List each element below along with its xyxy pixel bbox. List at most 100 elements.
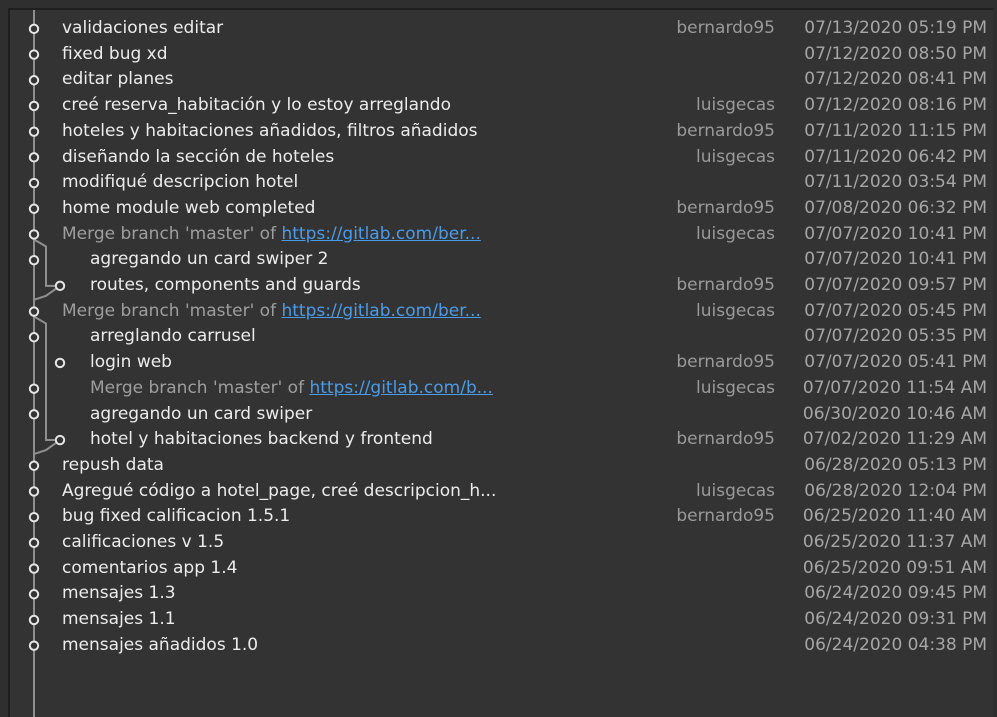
commit-message-text: mensajes 1.3 [62,583,176,604]
commit-message: creé reserva_habitación y lo estoy arreg… [62,93,451,119]
commit-message-text: diseñando la sección de hoteles [62,146,335,167]
commit-row[interactable]: hotel y habitaciones backend y frontend b… [10,427,993,453]
commit-message-text: mensajes añadidos 1.0 [62,634,259,655]
commit-author: luisgecas [696,146,775,167]
commit-row[interactable]: hoteles y habitaciones añadidos, filtros… [10,119,993,145]
commit-message: modifiqué descripcion hotel [62,170,298,196]
commit-author: bernardo95 [676,18,775,38]
commit-row[interactable]: routes, components and guards bernardo95 0… [10,273,993,299]
commit-date: 06/25/2020 09:51 AM [802,557,987,578]
commit-author: bernardo95 [676,429,775,450]
commit-message-text: Merge branch 'master' of [90,377,310,398]
commit-row[interactable]: repush data 06/28/2020 05:13 PM [10,453,993,479]
commit-row[interactable]: agregando un card swiper 06/30/2020 10:46… [10,402,993,428]
commit-message-text: home module web completed [62,197,316,218]
commit-date: 06/28/2020 12:04 PM [804,480,987,501]
commit-date: 06/24/2020 09:31 PM [804,609,987,630]
commit-message: hotel y habitaciones backend y frontend [90,427,433,453]
commit-message-text: Agregué código a hotel_page, creé descri… [62,480,497,501]
commit-message: Merge branch 'master' of https://gitlab.… [62,222,481,248]
commit-row[interactable]: comentarios app 1.4 06/25/2020 09:51 AM [10,556,993,582]
commit-message: hoteles y habitaciones añadidos, filtros… [62,119,478,145]
commit-message: editar planes [62,67,173,93]
commit-row[interactable]: Merge branch 'master' of https://gitlab.… [10,376,993,402]
commit-message: agregando un card swiper [90,402,312,428]
commit-message: fixed bug xd [62,42,168,68]
commit-author: luisgecas [696,377,775,398]
commit-author: bernardo95 [676,275,775,295]
commit-message: Merge branch 'master' of https://gitlab.… [62,299,481,325]
commit-message-text: arreglando carrusel [90,326,256,347]
commit-row[interactable]: diseñando la sección de hoteles luisgecas… [10,145,993,171]
commit-message: arreglando carrusel [90,324,256,350]
commit-author: luisgecas [696,95,775,116]
commit-author: luisgecas [696,223,775,244]
commit-author: luisgecas [696,480,775,501]
commit-message-text: hoteles y habitaciones añadidos, filtros… [62,120,478,141]
commit-message: Merge branch 'master' of https://gitlab.… [90,376,493,402]
commit-date: 06/24/2020 09:45 PM [804,583,987,604]
commit-date: 07/07/2020 09:57 PM [804,275,987,295]
commit-message: diseñando la sección de hoteles [62,145,334,171]
commit-message-text: repush data [62,454,164,475]
commit-row[interactable]: validaciones editar bernardo95 07/13/2020 … [10,16,993,42]
commit-row[interactable]: mensajes añadidos 1.0 06/24/2020 04:38 PM [10,633,993,659]
commit-message: comentarios app 1.4 [62,556,237,582]
commit-message-text: validaciones editar [62,18,224,38]
commit-date: 07/12/2020 08:41 PM [804,69,987,90]
commit-message: mensajes 1.3 [62,581,176,607]
commit-row[interactable]: home module web completed bernardo95 07/08… [10,196,993,222]
commit-row[interactable]: mensajes 1.3 06/24/2020 09:45 PM [10,581,993,607]
commit-row[interactable]: editar planes 07/12/2020 08:41 PM [10,67,993,93]
commit-message: repush data [62,453,164,479]
commit-message-text: routes, components and guards [90,275,361,295]
commit-date: 07/07/2020 05:41 PM [804,352,987,373]
commit-date: 07/02/2020 11:29 AM [802,429,987,450]
commit-message: bug fixed calificacion 1.5.1 [62,504,290,530]
commit-message-text: mensajes 1.1 [62,609,176,630]
commit-message-text: agregando un card swiper 2 [90,249,329,270]
commit-date: 07/07/2020 05:35 PM [804,326,987,347]
commit-date: 07/07/2020 10:41 PM [804,223,987,244]
commit-row[interactable]: bug fixed calificacion 1.5.1 bernardo95 06… [10,504,993,530]
commit-row[interactable]: agregando un card swiper 2 07/07/2020 10:… [10,247,993,273]
commit-message-text: editar planes [62,69,174,90]
merge-link[interactable]: https://gitlab.com/ber... [281,224,480,244]
commit-author: bernardo95 [676,352,775,373]
commit-message-text: agregando un card swiper [90,403,313,424]
commit-row[interactable]: creé reserva_habitación y lo estoy arreg… [10,93,993,119]
merge-link[interactable]: https://gitlab.com/b... [309,378,493,398]
commit-date: 07/07/2020 05:45 PM [804,300,987,321]
merge-link[interactable]: https://gitlab.com/ber... [281,301,480,321]
commit-author: bernardo95 [676,120,775,141]
commit-date: 07/07/2020 11:54 AM [802,377,987,398]
commit-message: routes, components and guards [90,273,361,299]
commit-row[interactable]: fixed bug xd 07/12/2020 08:50 PM [10,42,993,68]
commit-date: 07/07/2020 10:41 PM [804,249,987,270]
commit-date: 07/11/2020 11:15 PM [804,120,987,141]
commit-row[interactable]: calificaciones v 1.5 06/25/2020 11:37 AM [10,530,993,556]
commit-row[interactable]: login web bernardo95 07/07/2020 05:41 PM [10,350,993,376]
commit-date: 07/12/2020 08:16 PM [804,95,987,116]
commit-date: 06/24/2020 04:38 PM [804,634,987,655]
commit-history-panel: validaciones editar bernardo95 07/13/2020 … [8,8,993,717]
commit-row[interactable]: Merge branch 'master' of https://gitlab.… [10,222,993,248]
commit-date: 07/12/2020 08:50 PM [804,43,987,64]
commit-row[interactable]: Merge branch 'master' of https://gitlab.… [10,299,993,325]
commit-row[interactable]: Agregué código a hotel_page, creé descri… [10,479,993,505]
commit-message-text: login web [90,352,172,373]
commit-message: agregando un card swiper 2 [90,247,328,273]
commit-row[interactable]: arreglando carrusel 07/07/2020 05:35 PM [10,324,993,350]
commit-message-text: calificaciones v 1.5 [62,532,225,552]
commit-message-text: comentarios app 1.4 [62,557,238,578]
commit-row[interactable]: modifiqué descripcion hotel 07/11/2020 03… [10,170,993,196]
commit-author: bernardo95 [676,197,775,218]
commit-row[interactable]: mensajes 1.1 06/24/2020 09:31 PM [10,607,993,633]
commit-message-text: modifiqué descripcion hotel [62,172,299,193]
commit-message-text: Merge branch 'master' of [62,223,282,244]
commit-message: Agregué código a hotel_page, creé descri… [62,479,496,505]
commit-message-text: fixed bug xd [62,43,168,64]
commit-date: 07/08/2020 06:32 PM [804,197,987,218]
commit-author: luisgecas [696,300,775,321]
commit-date: 07/11/2020 06:42 PM [804,146,987,167]
